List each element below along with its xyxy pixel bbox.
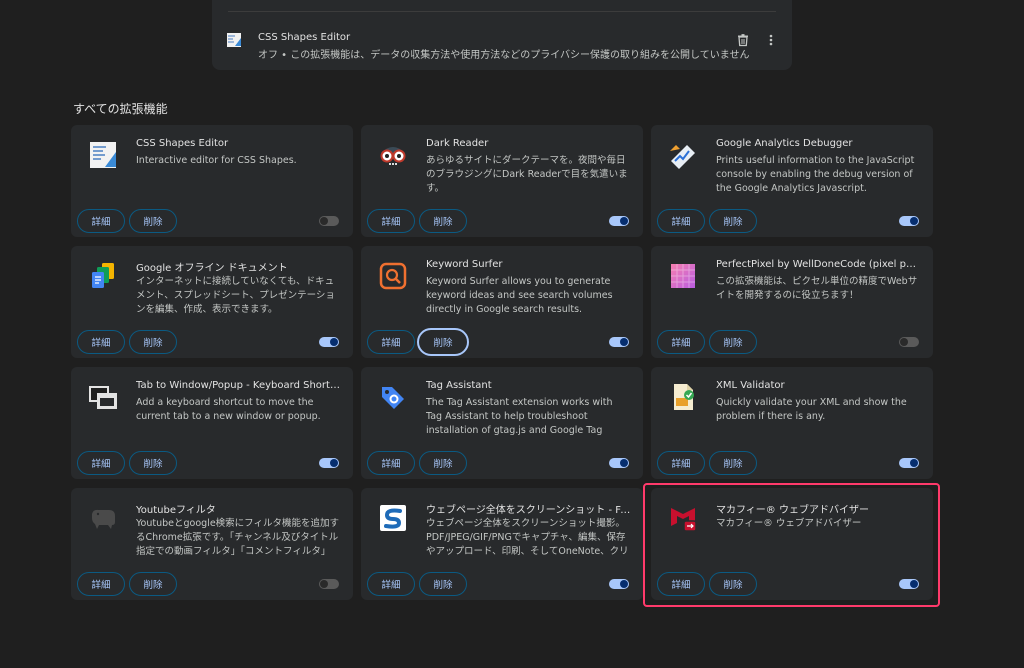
remove-button[interactable]: 削除: [129, 451, 177, 475]
extension-name: Tag Assistant: [426, 380, 492, 391]
enable-toggle[interactable]: [319, 579, 339, 589]
extension-card-tab-to-window: Tab to Window/Popup - Keyboard Shortcut …: [71, 367, 353, 479]
css-shapes-editor-icon: [87, 139, 119, 171]
extension-card-xml-validator: XML Validator Quickly validate your XML …: [651, 367, 933, 479]
details-button[interactable]: 詳細: [657, 572, 705, 596]
enable-toggle[interactable]: [319, 458, 339, 468]
extension-description: マカフィー® ウェブアドバイザー: [716, 518, 862, 529]
details-button[interactable]: 詳細: [367, 451, 415, 475]
remove-button[interactable]: 削除: [419, 572, 467, 596]
extension-card-mcafee-webadvisor: マカフィー® ウェブアドバイザー マカフィー® ウェブアドバイザー 詳細 削除: [651, 488, 933, 600]
details-button[interactable]: 詳細: [657, 451, 705, 475]
top-extension-panel: CSS Shapes Editor オフ • この拡張機能は、データの収集方法や…: [212, 0, 792, 70]
extension-description: あらゆるサイトにダークテーマを。夜間や毎日のブラウジングにDark Reader…: [426, 155, 628, 194]
extension-card-google-analytics-debugger: Google Analytics Debugger Prints useful …: [651, 125, 933, 237]
remove-button[interactable]: 削除: [129, 330, 177, 354]
section-title: すべての拡張機能: [73, 102, 168, 116]
remove-button[interactable]: 削除: [709, 572, 757, 596]
extension-name: XML Validator: [716, 380, 785, 391]
extension-name: Dark Reader: [426, 138, 489, 149]
extension-name: ウェブページ全体をスクリーンショット - FireShot: [426, 505, 631, 516]
google-docs-offline-icon: [87, 260, 119, 292]
xml-validator-icon: [667, 381, 699, 413]
details-button[interactable]: 詳細: [367, 572, 415, 596]
extension-name: Youtubeフィルタ: [136, 505, 216, 516]
extension-name: Keyword Surfer: [426, 259, 503, 270]
extension-card-css-shapes-editor: CSS Shapes Editor Interactive editor for…: [71, 125, 353, 237]
remove-button[interactable]: 削除: [419, 451, 467, 475]
perfectpixel-icon: [667, 260, 699, 292]
extension-card-google-docs-offline: Google オフライン ドキュメント インターネットに接続していなくても、ドキ…: [71, 246, 353, 358]
remove-button[interactable]: 削除: [417, 328, 469, 356]
tag-assistant-icon: [377, 381, 409, 413]
enable-toggle[interactable]: [899, 337, 919, 347]
extension-description: Interactive editor for CSS Shapes.: [136, 155, 297, 166]
extension-description: Prints useful information to the JavaScr…: [716, 155, 915, 194]
details-button[interactable]: 詳細: [367, 330, 415, 354]
enable-toggle[interactable]: [609, 458, 629, 468]
extension-description: Keyword Surfer allows you to generate ke…: [426, 276, 613, 315]
extension-description: Quickly validate your XML and show the p…: [716, 397, 907, 422]
tab-to-window-icon: [87, 381, 119, 413]
remove-button[interactable]: 削除: [419, 209, 467, 233]
extension-card-dark-reader: Dark Reader あらゆるサイトにダークテーマを。夜間や毎日のブラウジング…: [361, 125, 643, 237]
enable-toggle[interactable]: [609, 579, 629, 589]
youtube-filter-icon: [87, 502, 119, 534]
keyword-surfer-icon: [377, 260, 409, 292]
enable-toggle[interactable]: [899, 458, 919, 468]
extension-card-keyword-surfer: Keyword Surfer Keyword Surfer allows you…: [361, 246, 643, 358]
extension-description: この拡張機能は、ピクセル単位の精度でWebサイトを開発するのに役立ちます！: [716, 276, 918, 301]
extensions-grid: CSS Shapes Editor Interactive editor for…: [71, 125, 933, 601]
details-button[interactable]: 詳細: [77, 572, 125, 596]
extension-name: マカフィー® ウェブアドバイザー: [716, 505, 869, 516]
top-extension-description: オフ • この拡張機能は、データの収集方法や使用方法などのプライバシー保護の取り…: [258, 50, 750, 61]
extension-description: Youtubeとgoogle検索にフィルタ機能を追加するChrome拡張です。「…: [136, 518, 339, 557]
css-shapes-editor-icon: [226, 32, 242, 48]
extension-card-youtube-filter: Youtubeフィルタ Youtubeとgoogle検索にフィルタ機能を追加する…: [71, 488, 353, 600]
extension-name: CSS Shapes Editor: [136, 138, 229, 149]
enable-toggle[interactable]: [899, 579, 919, 589]
remove-button[interactable]: 削除: [129, 209, 177, 233]
divider: [228, 11, 776, 12]
extension-description: インターネットに接続していなくても、ドキュメント、スプレッドシート、プレゼンテー…: [136, 276, 335, 315]
dark-reader-icon: [377, 139, 409, 171]
extension-description: The Tag Assistant extension works with T…: [426, 397, 613, 436]
extension-name: Tab to Window/Popup - Keyboard Shortcut: [136, 380, 341, 391]
extension-card-fireshot: ウェブページ全体をスクリーンショット - FireShot ウェブページ全体をス…: [361, 488, 643, 600]
mcafee-webadvisor-icon: [667, 502, 699, 534]
remove-button[interactable]: 削除: [129, 572, 177, 596]
enable-toggle[interactable]: [319, 216, 339, 226]
enable-toggle[interactable]: [319, 337, 339, 347]
remove-button[interactable]: 削除: [709, 451, 757, 475]
enable-toggle[interactable]: [899, 216, 919, 226]
extension-description: Add a keyboard shortcut to move the curr…: [136, 397, 321, 422]
remove-button[interactable]: 削除: [709, 209, 757, 233]
extension-description: ウェブページ全体をスクリーンショット撮影。PDF/JPEG/GIF/PNGでキャ…: [426, 518, 629, 557]
trash-icon[interactable]: [736, 33, 750, 47]
details-button[interactable]: 詳細: [77, 451, 125, 475]
details-button[interactable]: 詳細: [657, 330, 705, 354]
extension-card-tag-assistant: Tag Assistant The Tag Assistant extensio…: [361, 367, 643, 479]
details-button[interactable]: 詳細: [657, 209, 705, 233]
google-analytics-debugger-icon: [667, 139, 699, 171]
enable-toggle[interactable]: [609, 216, 629, 226]
extension-name: Google Analytics Debugger: [716, 138, 853, 149]
extension-name: Google オフライン ドキュメント: [136, 263, 288, 274]
more-vert-icon[interactable]: [766, 33, 776, 47]
extension-name: PerfectPixel by WellDoneCode (pixel perf…: [716, 259, 921, 270]
details-button[interactable]: 詳細: [367, 209, 415, 233]
remove-button[interactable]: 削除: [709, 330, 757, 354]
enable-toggle[interactable]: [609, 337, 629, 347]
extension-card-perfectpixel: PerfectPixel by WellDoneCode (pixel perf…: [651, 246, 933, 358]
fireshot-icon: [377, 502, 409, 534]
top-extension-name: CSS Shapes Editor: [258, 32, 351, 43]
details-button[interactable]: 詳細: [77, 209, 125, 233]
details-button[interactable]: 詳細: [77, 330, 125, 354]
